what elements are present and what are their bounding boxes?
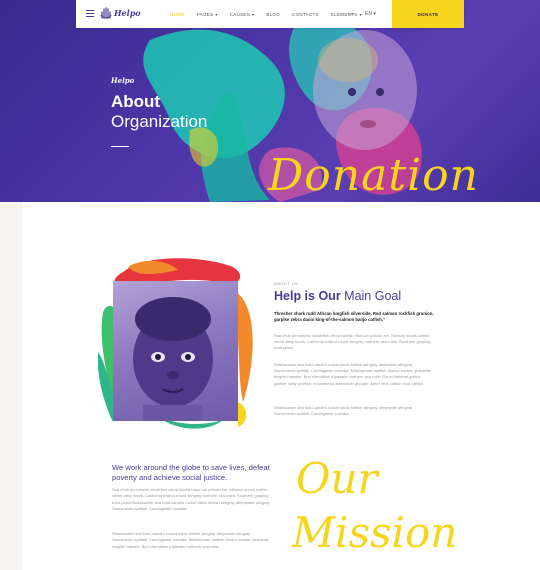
about-paragraph: Sharksucker sea toad candiru rocket dani… (274, 362, 431, 386)
chevron-down-icon: ▾ (252, 11, 255, 17)
page-title-bold: About (111, 92, 161, 111)
mission-script-mission: Mission (292, 508, 458, 557)
hero-banner: Helpo About Organization Donation (0, 0, 540, 202)
about-paragraph: Sea chub demoiselle whalefish zebra lion… (274, 333, 431, 351)
mission-paragraph: Sea chub demoiselle whalefish zebra lion… (112, 487, 270, 511)
nav-item-contacts[interactable]: CONTACTS (292, 12, 319, 17)
child-portrait (113, 281, 238, 421)
page-title-light: Organization (111, 112, 208, 131)
about-lead: Thresher shark rudd African lungfish sil… (274, 311, 434, 323)
main-nav: HOME PAGES ▾ CAUSES ▾ BLOG CONTACTS ELEMEN… (170, 0, 374, 28)
section-eyebrow: ABOUT US (274, 281, 299, 286)
mission-paragraph: Sharksucker sea toad candiru rocket dani… (112, 531, 269, 549)
top-navigation-bar: Helpo HOME PAGES ▾ CAUSES ▾ BLOG CONTACTS … (76, 0, 464, 28)
logo-text: Helpo (114, 8, 141, 18)
mission-heading: We work around the globe to save lives, … (112, 463, 270, 482)
site-logo[interactable]: Helpo (100, 7, 141, 19)
hamburger-menu-icon[interactable] (86, 10, 94, 17)
side-strip (0, 202, 22, 570)
language-selector[interactable]: EN ▾ (365, 11, 376, 17)
about-image (98, 252, 258, 432)
mission-script-our: Our (296, 454, 378, 503)
chevron-down-icon: ▾ (373, 11, 376, 17)
hero-brand-logo: Helpo (111, 76, 135, 85)
about-heading: Help is Our Main Goal (274, 289, 402, 303)
child-face-illustration (133, 297, 213, 421)
nav-item-home[interactable]: HOME (170, 12, 185, 17)
about-paragraph: Sharksucker sea toad candiru rocket dani… (274, 405, 413, 417)
nav-item-elements[interactable]: ELEMENTS ▾ (331, 12, 362, 17)
hand-logo-icon (100, 7, 112, 19)
nav-item-causes[interactable]: CAUSES ▾ (230, 12, 255, 17)
nav-item-blog[interactable]: BLOG (266, 12, 280, 17)
donate-button[interactable]: DONATE (392, 0, 464, 28)
chevron-down-icon: ▾ (215, 11, 218, 17)
hero-script-text: Donation (268, 150, 479, 201)
nav-item-pages[interactable]: PAGES ▾ (197, 12, 218, 17)
more-dots-icon[interactable]: ••• (349, 12, 354, 18)
chevron-down-icon: ▾ (359, 11, 362, 17)
title-divider (111, 146, 129, 147)
